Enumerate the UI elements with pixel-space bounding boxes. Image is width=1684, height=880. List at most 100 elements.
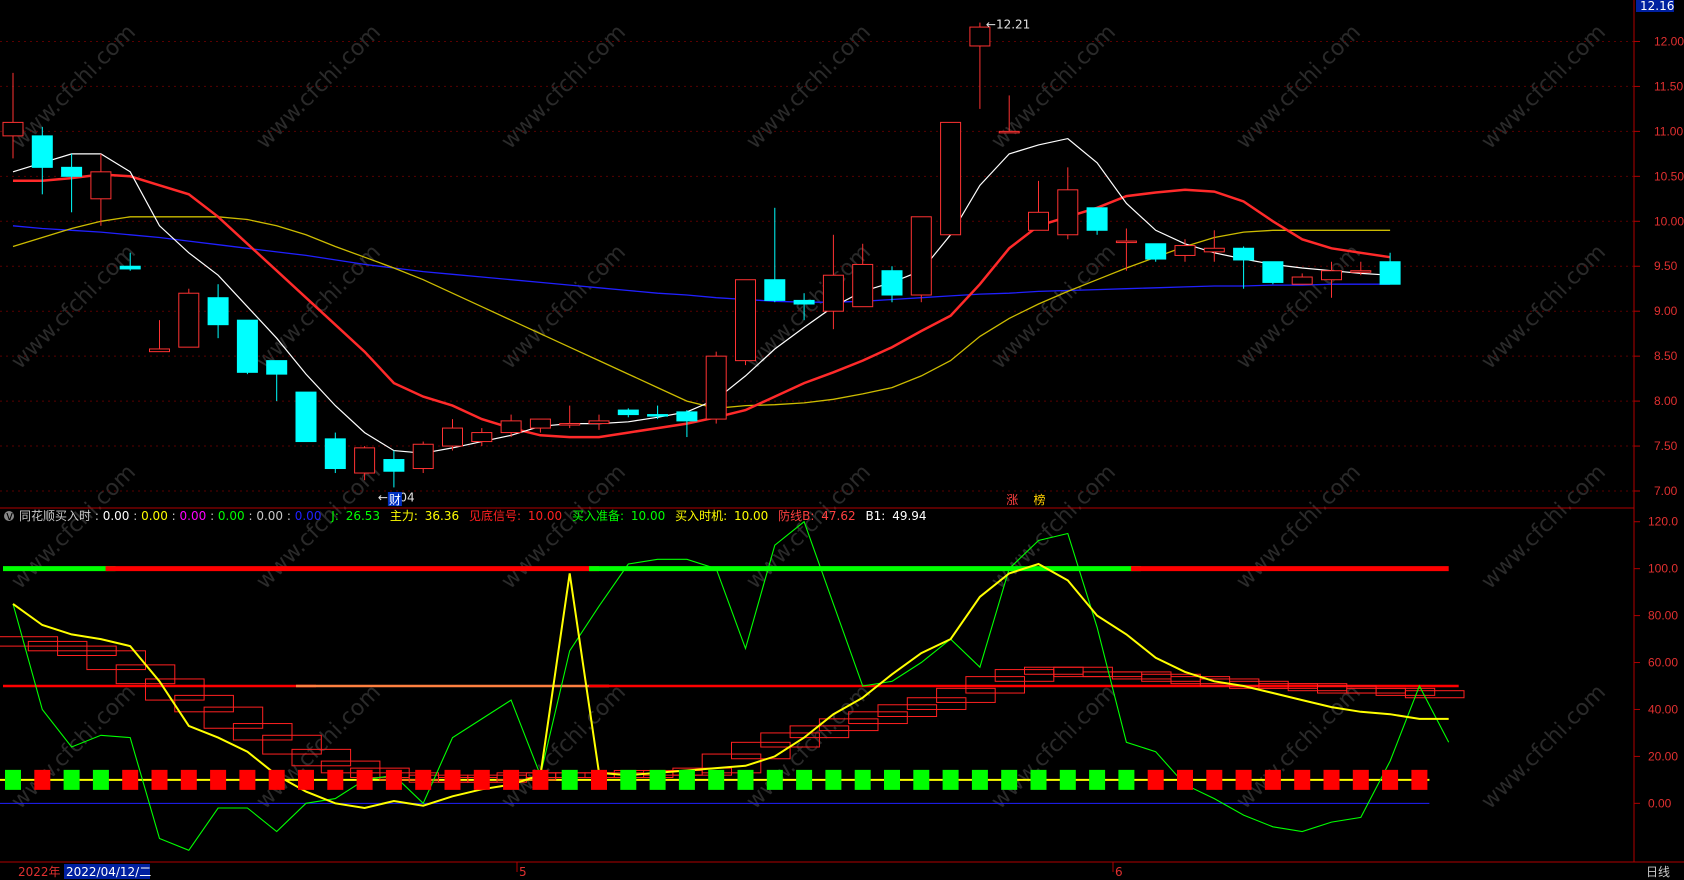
candle-up: [1057, 189, 1079, 236]
watermark-text: www.cfchi.com: [497, 680, 631, 814]
watermark-text: www.cfchi.com: [1232, 460, 1366, 594]
signal-bar: [737, 769, 754, 790]
candle-up: [1028, 211, 1049, 231]
candle-down: [61, 166, 83, 177]
candle-up: [529, 418, 551, 429]
signal-bar: [620, 769, 637, 790]
watermark-text: www.cfchi.com: [1477, 680, 1611, 814]
watermark-text: www.cfchi.com: [252, 460, 386, 594]
indicator-axis-label: 0.00: [1648, 796, 1672, 810]
signal-bar: [239, 769, 256, 790]
signal-bar: [1118, 769, 1135, 790]
price-axis-label: 8.00: [1654, 394, 1678, 408]
indicator-v6: 0.00: [295, 509, 322, 523]
signal-bar: [1089, 769, 1106, 790]
watermark-text: www.cfchi.com: [252, 20, 386, 154]
indicator-axis-label: 80.00: [1648, 609, 1678, 623]
indicator-v2: 0.00: [141, 509, 168, 523]
watermark-text: www.cfchi.com: [497, 20, 631, 154]
signal-bar: [268, 769, 285, 790]
signal-bar: [561, 769, 578, 790]
month5-label: 5: [519, 865, 527, 879]
watermark-text: www.cfchi.com: [742, 460, 876, 594]
signal-bar: [591, 769, 607, 790]
cursor-date-label: 2022/04/12/二: [66, 865, 151, 879]
indicator-j-label: J:: [330, 509, 339, 523]
candle-down: [295, 391, 317, 443]
candle-up: [149, 348, 170, 353]
candle-down: [647, 414, 669, 417]
watermark-text: www.cfchi.com: [7, 460, 141, 594]
signal-bar: [298, 769, 314, 790]
signal-bar: [1294, 769, 1311, 790]
watermark-text: www.cfchi.com: [252, 680, 386, 814]
candle-down: [383, 459, 405, 472]
signal-bar: [854, 769, 871, 790]
candle-up: [1350, 270, 1372, 273]
watermark-text: www.cfchi.com: [1477, 460, 1611, 594]
signal-bar: [1030, 769, 1047, 790]
candle-up: [735, 279, 756, 362]
signal-bar: [1059, 769, 1076, 790]
signal-bar: [1411, 769, 1428, 790]
signal-bar: [34, 769, 51, 790]
watermark-text: www.cfchi.com: [987, 20, 1121, 154]
candle-down: [1086, 207, 1108, 231]
watermark-text: www.cfchi.com: [987, 680, 1121, 814]
watermark-text: www.cfchi.com: [7, 240, 141, 374]
indicator-axis-label: 60.00: [1648, 656, 1678, 670]
indicator-v4: 0.00: [218, 509, 245, 523]
candle-up: [1115, 240, 1137, 244]
signal-bar: [1323, 769, 1340, 790]
candle-up: [910, 216, 932, 296]
price-axis-label: 7.50: [1654, 439, 1678, 453]
period-label[interactable]: 日线: [1646, 865, 1670, 879]
current-price-tag: 12.16: [1636, 0, 1674, 13]
indicator-axis-label: 120.0: [1648, 515, 1678, 529]
indicator-fangxian: 47.62: [821, 509, 855, 523]
price-axis-label: 8.50: [1654, 349, 1678, 363]
price-axis-label: 7.00: [1654, 484, 1678, 498]
signal-bar: [503, 769, 520, 790]
signal-bar: [151, 769, 168, 790]
signal-bar: [942, 769, 959, 790]
candlesticks[interactable]: [2, 22, 1401, 488]
signal-bar: [913, 769, 930, 790]
indicator-axis: 120.0 100.0 80.00 60.00 40.00 20.00 0.00: [1634, 515, 1678, 810]
signal-bar: [825, 769, 842, 790]
price-axis-label: 12.00: [1654, 34, 1684, 48]
indicator-fangxian-label: 防线B:: [778, 508, 814, 523]
signal-bar: [327, 769, 344, 790]
indicator-staircase: [0, 636, 1465, 783]
chevron-down-icon: v: [6, 509, 13, 523]
candle-up: [1174, 245, 1196, 256]
indicator-zhuli: 36.36: [425, 509, 459, 523]
signal-bar: [1147, 769, 1164, 790]
watermark-text: www.cfchi.com: [497, 460, 631, 594]
candle-up: [852, 263, 874, 308]
candle-down: [207, 297, 229, 326]
candle-down: [236, 319, 258, 373]
candle-up: [588, 420, 610, 425]
indicator-axis-label: 20.00: [1648, 749, 1678, 763]
stock-chart[interactable]: www.cfchi.com www.cfchi.com www.cfchi.com w…: [0, 0, 1684, 880]
indicator-v5: 0.00: [256, 509, 283, 523]
price-axis: 12.00 11.50 11.00 10.50 10.00 9.50 9.00 8.50 8.0…: [1634, 34, 1684, 498]
indicator-jiandi-label: 见底信号:: [469, 508, 521, 523]
signal-bar: [971, 769, 988, 790]
signal-bar: [766, 769, 783, 790]
watermark-text: www.cfchi.com: [7, 20, 141, 154]
signal-bar: [210, 769, 227, 790]
candle-up: [2, 121, 24, 137]
watermark-text: www.cfchi.com: [987, 460, 1121, 594]
indicator-mairu-zhunbei-label: 买入准备:: [572, 509, 624, 523]
price-axis-label: 9.00: [1654, 304, 1678, 318]
signal-bar: [122, 769, 139, 790]
price-axis-label: 10.00: [1654, 214, 1684, 228]
signal-bar: [649, 769, 666, 790]
current-price-label: 12.16: [1640, 0, 1674, 13]
zhang-marker: 涨: [1006, 492, 1018, 507]
watermark-text: www.cfchi.com: [742, 20, 876, 154]
cai-marker: 财: [389, 493, 401, 507]
year-label: 2022年: [18, 865, 61, 879]
